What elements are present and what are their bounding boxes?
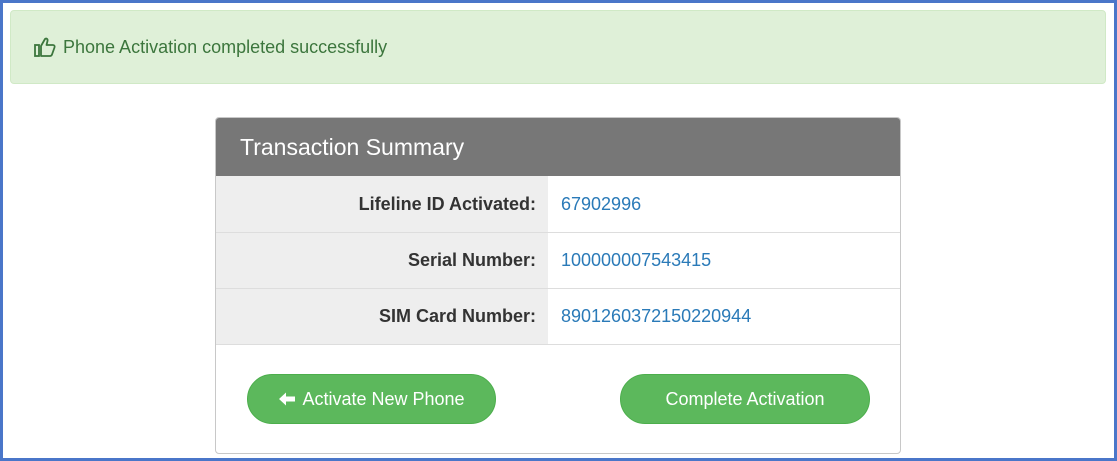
complete-activation-label: Complete Activation [665,388,825,409]
lifeline-id-value: 67902996 [561,193,642,214]
activate-new-phone-label: Activate New Phone [302,388,465,409]
transaction-summary-panel: Transaction Summary Lifeline ID Activate… [215,117,901,454]
arrow-left-icon [278,391,296,407]
activate-new-phone-button[interactable]: Activate New Phone [247,374,496,424]
table-row: Serial Number: 100000007543415 [216,232,900,288]
sim-card-number-label: SIM Card Number: [216,289,548,344]
table-row: SIM Card Number: 8901260372150220944 [216,288,900,344]
serial-number-value: 100000007543415 [561,250,712,270]
success-message: Phone Activation completed successfully [63,37,388,57]
panel-title: Transaction Summary [216,118,900,176]
lifeline-id-label: Lifeline ID Activated: [216,176,548,232]
summary-table: Lifeline ID Activated: 67902996 Serial N… [216,176,900,345]
sim-card-number-value: 8901260372150220944 [561,306,752,326]
success-alert: Phone Activation completed successfully [10,10,1106,84]
app-frame: Phone Activation completed successfully … [0,0,1117,461]
serial-number-label: Serial Number: [216,233,548,288]
complete-activation-button[interactable]: Complete Activation [620,374,870,424]
table-row: Lifeline ID Activated: 67902996 [216,176,900,232]
thumbs-up-icon [34,36,58,58]
